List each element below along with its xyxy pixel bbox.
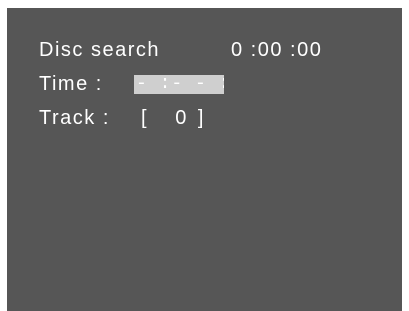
track-label: Track : (39, 107, 110, 129)
disc-search-screen: Disc search 0 :00 :00 Time : - :- - :- -… (7, 8, 402, 311)
track-number-field[interactable]: [ 0 ] (141, 106, 206, 130)
time-label: Time : (39, 73, 103, 95)
elapsed-time-display: 0 :00 :00 (231, 39, 323, 61)
disc-search-title: Disc search (39, 39, 160, 61)
time-entry-field[interactable]: - :- - :- - (134, 75, 224, 94)
